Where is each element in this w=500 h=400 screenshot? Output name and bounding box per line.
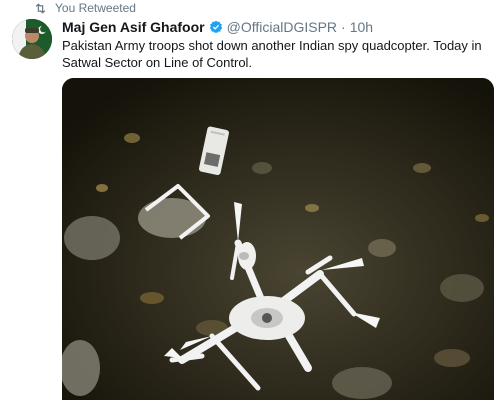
tweet-text: Pakistan Army troops shot down another I… bbox=[62, 38, 482, 70]
header-separator: · bbox=[341, 19, 346, 35]
tweet-media[interactable] bbox=[62, 78, 494, 400]
avatar[interactable] bbox=[12, 19, 52, 59]
author-name[interactable]: Maj Gen Asif Ghafoor bbox=[62, 19, 205, 35]
tweet-header: Maj Gen Asif Ghafoor @OfficialDGISPR · 1… bbox=[62, 18, 373, 36]
retweet-icon bbox=[35, 2, 46, 14]
retweet-indicator: You Retweeted bbox=[34, 0, 136, 16]
author-handle[interactable]: @OfficialDGISPR bbox=[227, 19, 337, 35]
tweet-timestamp[interactable]: 10h bbox=[350, 19, 373, 35]
retweet-label: You Retweeted bbox=[55, 1, 136, 15]
verified-badge-icon bbox=[209, 20, 223, 34]
